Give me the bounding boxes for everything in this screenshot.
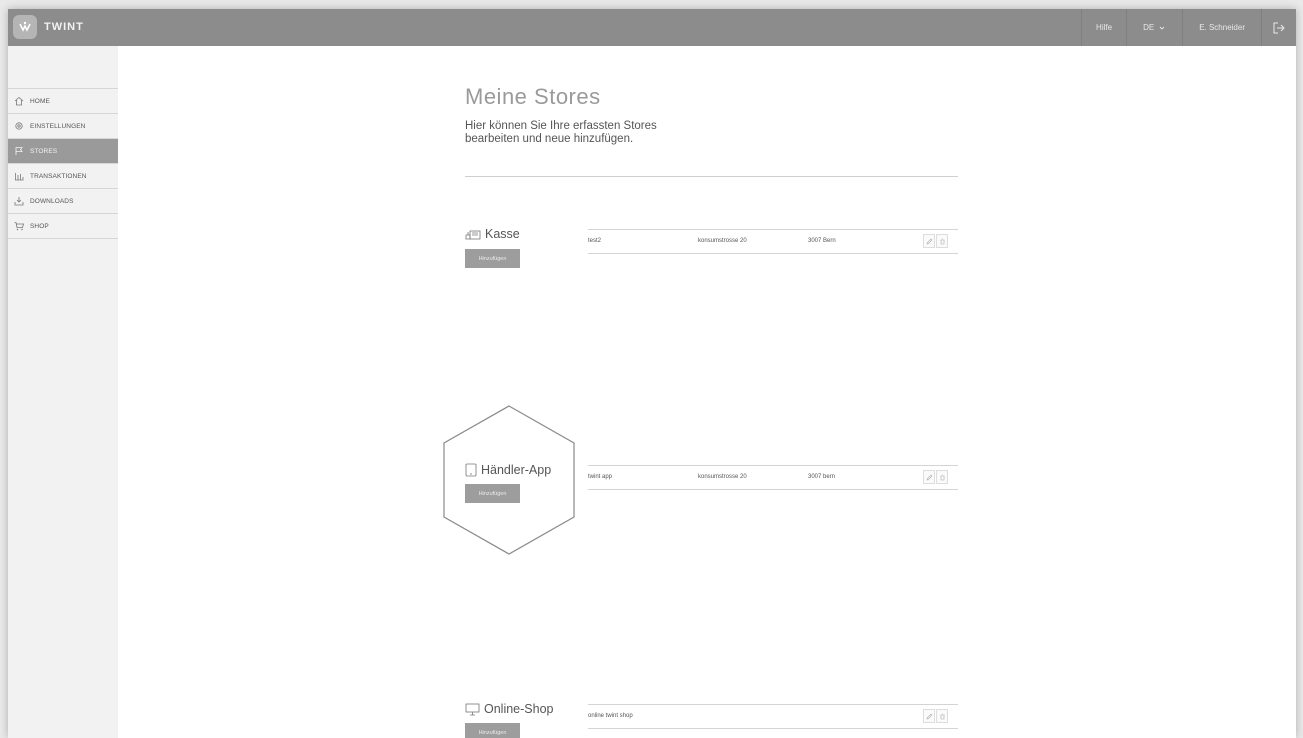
- brand-logo[interactable]: TWINT: [13, 15, 84, 39]
- sidebar-menu: HOME EINSTELLUNGEN STORES TRANSAKTIONEN: [8, 88, 118, 239]
- store-city: 3007 bern: [808, 474, 836, 480]
- download-icon: [14, 196, 24, 206]
- twint-logo-icon: [13, 15, 37, 39]
- add-online-shop-button[interactable]: Hinzufügen: [465, 723, 520, 738]
- sidebar: HOME EINSTELLUNGEN STORES TRANSAKTIONEN: [8, 46, 118, 738]
- section-title-online-shop: Online-Shop: [465, 702, 554, 716]
- sidebar-item-label: DOWNLOADS: [30, 197, 74, 205]
- store-city: 3007 Bern: [808, 238, 836, 244]
- main-content: Meine Stores Hier können Sie Ihre erfass…: [118, 46, 1296, 738]
- top-bar: TWINT Hilfe DE E. Schneider: [8, 9, 1296, 46]
- language-label: DE: [1143, 23, 1155, 32]
- sidebar-item-shop[interactable]: SHOP: [8, 214, 118, 239]
- cart-icon: [14, 221, 24, 231]
- trash-icon[interactable]: [936, 709, 948, 723]
- button-label: Hinzufügen: [478, 490, 507, 497]
- pencil-icon[interactable]: [923, 470, 935, 484]
- row-actions: [922, 470, 948, 484]
- highlight-hexagon: [443, 405, 575, 555]
- trash-icon[interactable]: [936, 234, 948, 248]
- sidebar-item-home[interactable]: HOME: [8, 89, 118, 114]
- tablet-icon: [465, 463, 477, 477]
- store-street: konsumstrosse 20: [698, 238, 747, 244]
- button-label: Hinzufügen: [478, 255, 507, 262]
- app-window: TWINT Hilfe DE E. Schneider HOME EINSTEL…: [8, 9, 1296, 738]
- top-nav: Hilfe DE E. Schneider: [1081, 9, 1296, 46]
- language-select[interactable]: DE: [1126, 9, 1182, 46]
- sidebar-item-downloads[interactable]: DOWNLOADS: [8, 189, 118, 214]
- trash-icon[interactable]: [936, 470, 948, 484]
- add-haendler-app-button[interactable]: Hinzufügen: [465, 484, 520, 503]
- sidebar-item-settings[interactable]: EINSTELLUNGEN: [8, 114, 118, 139]
- user-menu[interactable]: E. Schneider: [1182, 9, 1261, 46]
- sidebar-item-label: SHOP: [30, 222, 49, 230]
- bar-chart-icon: [14, 171, 24, 181]
- chevron-down-icon: [1159, 26, 1165, 30]
- page-intro: Hier können Sie Ihre erfassten Stores be…: [465, 120, 657, 145]
- store-street: konsumstrosse 20: [698, 474, 747, 480]
- section-title-kasse: Kasse: [465, 227, 520, 241]
- help-label: Hilfe: [1096, 23, 1113, 32]
- home-icon: [14, 96, 24, 106]
- table-row[interactable]: test2 konsumstrosse 20 3007 Bern: [588, 229, 958, 254]
- logout-icon: [1273, 22, 1285, 33]
- table-row[interactable]: online twint shop: [588, 704, 958, 729]
- store-name: test2: [588, 238, 602, 244]
- row-actions: [922, 709, 948, 723]
- table-row[interactable]: twint app konsumstrosse 20 3007 bern: [588, 465, 958, 490]
- section-title-label: Online-Shop: [484, 702, 554, 716]
- logout-button[interactable]: [1261, 9, 1296, 46]
- section-title-label: Kasse: [485, 227, 520, 241]
- store-name: twint app: [588, 474, 613, 480]
- brand-name: TWINT: [44, 21, 84, 33]
- sidebar-item-label: HOME: [30, 97, 50, 105]
- button-label: Hinzufügen: [478, 729, 507, 736]
- page-title: Meine Stores: [465, 84, 601, 109]
- monitor-icon: [465, 703, 480, 716]
- pencil-icon[interactable]: [923, 709, 935, 723]
- sidebar-item-label: TRANSAKTIONEN: [30, 172, 87, 180]
- sidebar-item-label: STORES: [30, 147, 58, 155]
- flag-icon: [14, 146, 24, 156]
- gear-icon: [14, 121, 24, 131]
- sidebar-item-transactions[interactable]: TRANSAKTIONEN: [8, 164, 118, 189]
- help-link[interactable]: Hilfe: [1081, 9, 1126, 46]
- divider: [465, 176, 958, 177]
- sidebar-item-stores[interactable]: STORES: [8, 139, 118, 164]
- pencil-icon[interactable]: [923, 234, 935, 248]
- section-title-label: Händler-App: [481, 463, 552, 477]
- section-title-haendler-app: Händler-App: [465, 463, 551, 477]
- user-name: E. Schneider: [1199, 23, 1245, 32]
- cash-register-icon: [465, 228, 481, 240]
- row-actions: [922, 234, 948, 248]
- add-kasse-button[interactable]: Hinzufügen: [465, 249, 520, 268]
- sidebar-item-label: EINSTELLUNGEN: [30, 122, 86, 130]
- store-name: online twint shop: [588, 713, 633, 719]
